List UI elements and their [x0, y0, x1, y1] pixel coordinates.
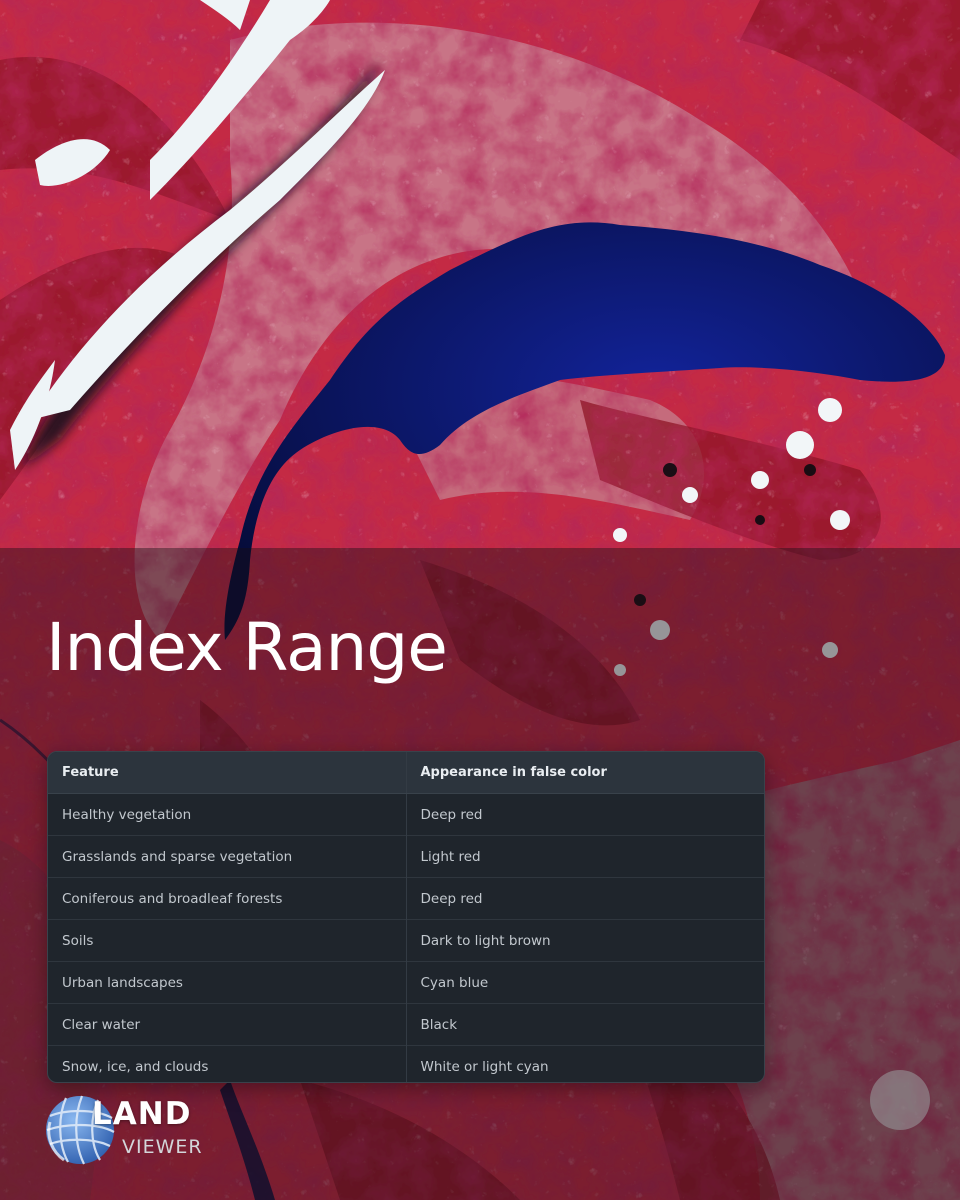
feature-cell: Urban landscapes [48, 961, 407, 1004]
feature-cell: Snow, ice, and clouds [48, 1045, 407, 1082]
column-header-feature: Feature [48, 752, 407, 794]
column-header-appearance: Appearance in false color [406, 752, 764, 794]
appearance-cell: Light red [406, 835, 764, 878]
feature-cell: Clear water [48, 1003, 407, 1046]
feature-cell: Coniferous and broadleaf forests [48, 877, 407, 920]
logo-text-land: LAND [92, 1096, 192, 1132]
appearance-cell: Deep red [420, 806, 483, 823]
page-title: Index Range [46, 609, 448, 686]
table-row: Coniferous and broadleaf forests Deep re… [48, 877, 764, 920]
table-row: Snow, ice, and clouds White or light cya… [48, 1045, 764, 1082]
table-row: Urban landscapes Cyan blue [48, 961, 764, 1004]
table-header-row: Feature Appearance in false color [48, 752, 764, 794]
table-row: Healthy vegetation Deep red [48, 793, 764, 836]
index-range-table: Feature Appearance in false color Health… [48, 752, 764, 1082]
logo-text-viewer: VIEWER [122, 1136, 203, 1158]
appearance-cell: Black [406, 1003, 764, 1046]
feature-cell: Soils [48, 919, 407, 962]
table-row: Grasslands and sparse vegetation Light r… [48, 835, 764, 878]
feature-cell: Grasslands and sparse vegetation [48, 835, 407, 878]
landviewer-logo: LAND VIEWER [44, 1092, 224, 1172]
table-row: Soils Dark to light brown [48, 919, 764, 962]
table-row: Clear water Black [48, 1003, 764, 1046]
appearance-cell: Deep red [406, 877, 764, 920]
appearance-cell: White or light cyan [406, 1045, 764, 1082]
feature-cell: Healthy vegetation [48, 793, 407, 836]
appearance-cell: Dark to light brown [406, 919, 764, 962]
index-range-table-panel: Feature Appearance in false color Health… [47, 751, 765, 1083]
appearance-cell: Cyan blue [406, 961, 764, 1004]
